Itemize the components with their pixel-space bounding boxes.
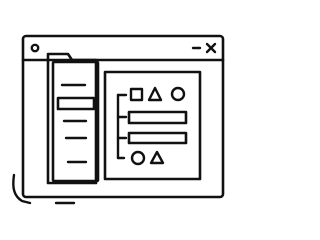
app-window-illustration [0, 0, 240, 240]
window-dot-icon [30, 43, 40, 53]
triangle-icon [147, 86, 163, 102]
app-window-icon [12, 34, 225, 205]
close-icon [205, 42, 217, 54]
triangle-icon [149, 150, 165, 165]
square-icon [129, 87, 144, 102]
circle-icon [170, 86, 186, 102]
sidebar-tab-back [46, 52, 98, 185]
panel-bar [127, 131, 188, 145]
sidebar-highlighted-item [56, 96, 96, 111]
tree-connector [116, 93, 128, 160]
panel-bar [127, 110, 188, 125]
sidebar-panel [46, 52, 100, 185]
circle-icon [130, 150, 146, 166]
